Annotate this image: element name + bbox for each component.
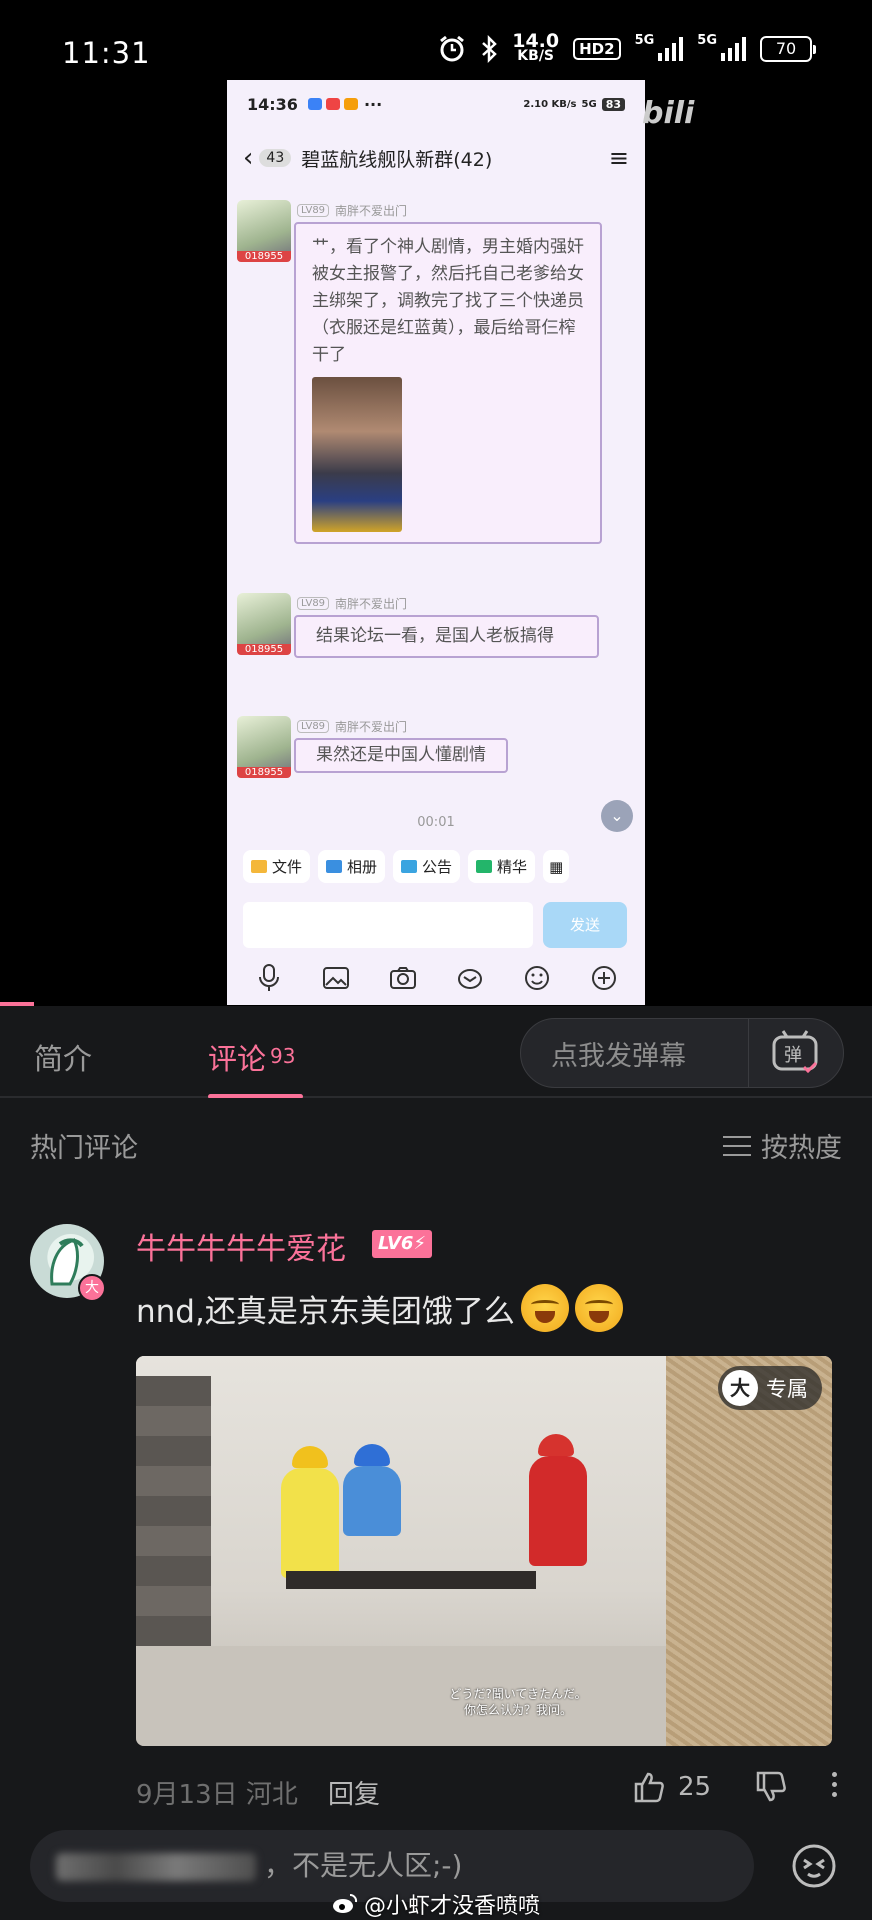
alarm-icon (440, 35, 465, 62)
da-member-icon: 大 (722, 1370, 758, 1406)
danmu-toggle-button[interactable]: 弹 (749, 1029, 843, 1077)
comment-text: nnd,还真是京东美团饿了么 (136, 1284, 623, 1332)
avatar: 018955 (237, 716, 291, 778)
chat-header: ‹ 43 碧蓝航线舰队新群(42) ≡ (227, 128, 645, 188)
tab-comments[interactable]: 评论 93 (208, 1036, 295, 1078)
message-photo (312, 377, 402, 532)
signal-icon-2 (721, 37, 746, 61)
tab-bar: 简介 评论 93 点我发弹幕 弹 (0, 1006, 872, 1099)
status-icons: 14.0 KB/S HD2 5G 5G 70 (438, 30, 816, 64)
emoji-icon (792, 1844, 836, 1888)
danmu-icon: 弹 (772, 1030, 818, 1074)
back-icon: ‹ (243, 143, 254, 173)
chat-input-icons (227, 958, 645, 998)
exclusive-badge: 大 专属 (718, 1366, 822, 1410)
comment-meta: 9月13日 河北 (136, 1780, 298, 1810)
network-type-2: 5G (697, 33, 717, 48)
video-frame-chat-screenshot: 14:36 ··· 2.10 KB/s 5G 83 ‹ 43 碧蓝航线舰队新群(… (227, 80, 645, 1005)
danmu-bar: 点我发弹幕 弹 (520, 1018, 844, 1088)
thumbs-up-icon (634, 1772, 664, 1803)
video-player[interactable]: 14:36 ··· 2.10 KB/s 5G 83 ‹ 43 碧蓝航线舰队新群(… (0, 80, 872, 1005)
message-bubble: 艹，看了个神人剧情，男主婚内强奸被女主报警了，然后托自己老爹给女主绑架了，调教完… (294, 222, 602, 544)
network-type-1: 5G (634, 33, 655, 48)
essence-icon (476, 860, 493, 873)
tool-notice: 公告 (393, 850, 461, 883)
album-icon (326, 860, 343, 873)
reply-button[interactable]: 回复 (328, 1774, 380, 1811)
like-button[interactable]: 25 (632, 1770, 711, 1804)
image-icon (316, 958, 356, 998)
more-icon[interactable] (832, 1772, 837, 1797)
comment-image[interactable]: どうだ?聞いてきたんだ。 你怎么认为？我问。 大 专属 (136, 1356, 832, 1746)
network-speed: 14.0 KB/S (512, 30, 560, 64)
phone-status-right: 2.10 KB/s 5G 83 (523, 97, 625, 111)
weibo-icon (333, 1893, 358, 1913)
phone-time: 14:36 (247, 94, 298, 114)
microphone-icon (249, 958, 289, 998)
danmu-input[interactable]: 点我发弹幕 (521, 1034, 748, 1073)
bilibili-watermark-logo: bili (642, 96, 695, 131)
plus-icon (584, 958, 624, 998)
phone-status-bar: 14:36 ··· 2.10 KB/s 5G 83 (227, 80, 645, 128)
avatar: 018955 (237, 593, 291, 655)
menu-icon: ≡ (608, 144, 629, 172)
emoji-icon (517, 958, 557, 998)
battery-icon: 70 (760, 36, 816, 62)
avatar: 018955 (237, 200, 291, 262)
camera-icon (383, 958, 423, 998)
signal-icon (658, 37, 684, 61)
chat-timestamp: 00:01 (417, 815, 455, 830)
avatar-badge: 大 (78, 1274, 106, 1302)
emoji-button[interactable] (790, 1842, 838, 1890)
blurred-text (56, 1853, 256, 1881)
scroll-down-icon: ⌄ (601, 800, 633, 832)
tab-intro[interactable]: 简介 (34, 1036, 92, 1078)
hd-badge: HD2 (573, 38, 621, 60)
red-packet-icon (450, 958, 490, 998)
message-bubble: 果然还是中国人懂剧情 (294, 738, 508, 773)
video-subtitle: どうだ?聞いてきたんだ。 你怎么认为？我问。 (449, 1687, 587, 1717)
group-title: 碧蓝航线舰队新群(42) (301, 148, 493, 171)
send-button: 发送 (543, 902, 627, 948)
sort-button[interactable]: 按热度 (723, 1126, 842, 1165)
hot-comments-label: 热门评论 (30, 1133, 138, 1164)
unread-count: 43 (259, 149, 292, 167)
comments-count: 93 (270, 1044, 296, 1068)
grid-icon: ▦ (543, 850, 570, 883)
tool-file: 文件 (243, 850, 311, 883)
tool-album: 相册 (318, 850, 386, 883)
like-count: 25 (678, 1772, 712, 1802)
notification-icons (307, 98, 358, 110)
dislike-button[interactable] (754, 1770, 788, 1808)
notice-icon (401, 860, 418, 873)
level-badge: LV6⚡ (372, 1230, 433, 1258)
tool-essence: 精华 (468, 850, 536, 883)
comments-section: 热门评论 按热度 大 牛牛牛牛牛爱花 LV6⚡ nnd,还真是京东美团饿了么 ど… (0, 1098, 872, 1820)
bluetooth-icon (482, 35, 498, 63)
folder-icon (251, 860, 267, 873)
laughing-crying-emoji-icon (574, 1284, 623, 1332)
comment-username[interactable]: 牛牛牛牛牛爱花 (136, 1224, 346, 1268)
svg-text:弹: 弹 (784, 1045, 802, 1066)
weibo-watermark: @小虾才没香喷喷 (332, 1888, 540, 1920)
clock: 11:31 (62, 36, 151, 70)
sort-icon (723, 1135, 751, 1156)
thumbs-down-icon (756, 1771, 786, 1802)
message-bubble: 结果论坛一看，是国人老板搞得 (294, 615, 599, 658)
chat-input (243, 902, 533, 948)
laughing-crying-emoji-icon (520, 1284, 569, 1332)
chat-toolbar: 文件 相册 公告 精华 ▦ (227, 850, 645, 883)
